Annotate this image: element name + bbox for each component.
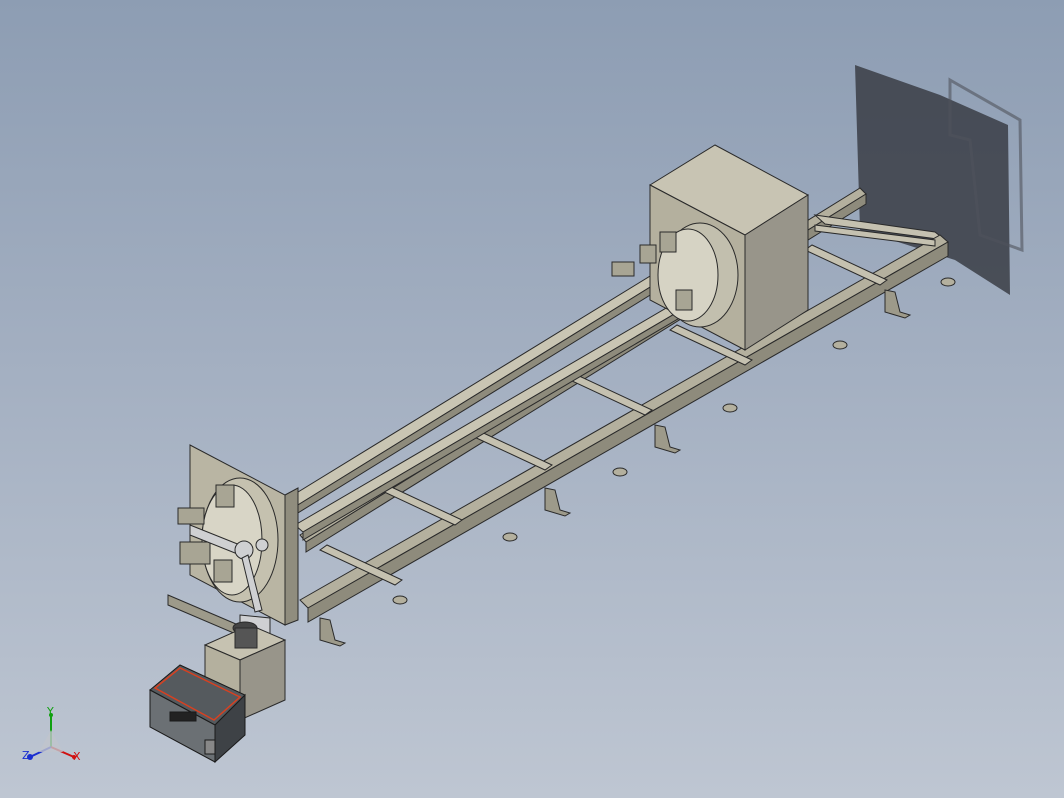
tailstock-housing: [611, 144, 809, 351]
triad-x-label: X: [73, 750, 81, 763]
orientation-triad: Y X Z: [18, 700, 88, 770]
triad-z-label: Z: [22, 749, 30, 762]
base-frame: [299, 187, 956, 647]
triad-y-label: Y: [47, 705, 54, 718]
welding-positioner-model[interactable]: [0, 0, 1064, 798]
3d-model-viewport[interactable]: Y X Z: [0, 0, 1064, 798]
